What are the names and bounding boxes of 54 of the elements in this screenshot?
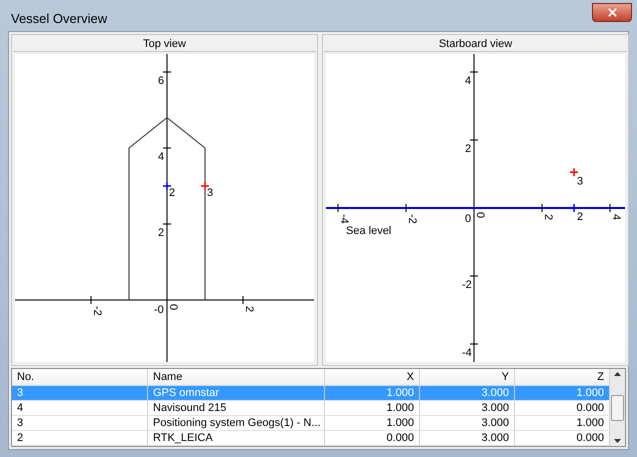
table-cell: 1.000 (325, 401, 420, 415)
origin-label: -0 (154, 304, 164, 316)
scrollbar-thumb[interactable] (611, 394, 624, 420)
axis-tick-label: 6 (158, 75, 164, 87)
table-cell: Navisound 215 (148, 401, 325, 415)
axis-tick-label: 2 (243, 306, 255, 312)
table-cell: 3.000 (420, 386, 515, 400)
point-label: 3 (207, 187, 214, 199)
window-title: Vessel Overview (10, 10, 108, 28)
table-cell: 0.000 (325, 431, 420, 445)
view-title: Starboard view (324, 36, 627, 52)
axis-tick-label: -2 (91, 306, 103, 316)
table-cell: 2 (12, 431, 148, 445)
axis-tick-label: 2 (542, 214, 554, 220)
table-row[interactable]: 4 Navisound 215 1.000 3.000 0.000 (12, 401, 610, 416)
close-button[interactable] (592, 3, 632, 22)
column-header[interactable]: X (325, 369, 420, 385)
point-label: 2 (577, 211, 584, 223)
axis-tick-label: -2 (406, 214, 418, 224)
point-label: 3 (577, 175, 584, 188)
column-header[interactable]: Y (420, 369, 515, 385)
table-cell: 3 (12, 386, 148, 400)
axis-tick-label: 2 (465, 143, 472, 155)
column-header[interactable]: Name (148, 369, 325, 385)
origin-label: 0 (474, 212, 486, 218)
axis-tick-label: 4 (158, 151, 164, 163)
sea-level-label: Sea level (346, 225, 392, 237)
table-cell: 3.000 (420, 401, 515, 415)
axis-tick-label: 2 (158, 227, 164, 239)
axis-tick-label: 4 (465, 75, 472, 87)
origin-label: 0 (167, 304, 179, 310)
table-cell: GPS omnstar (148, 386, 325, 400)
origin-label: 0 (465, 213, 472, 225)
scrollbar[interactable] (610, 369, 625, 446)
table-row[interactable]: 3 Positioning system Geogs(1) - N... 1.000 3.000 1.000 (12, 416, 610, 431)
axis-tick-label: 4 (610, 214, 622, 220)
table-cell: 1.000 (325, 416, 420, 430)
scroll-down-icon[interactable] (614, 439, 621, 443)
table-cell: 4 (12, 401, 148, 415)
scroll-up-icon[interactable] (614, 372, 621, 376)
table-cell: 3.000 (420, 416, 515, 430)
axis-tick-label: -4 (462, 347, 472, 359)
view-title: Top view (13, 36, 316, 52)
close-icon (606, 6, 618, 19)
table-cell: RTK_LEICA (148, 431, 325, 445)
table-cell: 3 (12, 416, 148, 430)
axis-tick-label: -4 (338, 214, 350, 224)
table-cell: 1.000 (325, 386, 420, 400)
column-header[interactable]: No. (12, 369, 148, 385)
table-row[interactable]: 2 RTK_LEICA 0.000 3.000 0.000 (12, 431, 610, 446)
point-label: 2 (169, 187, 176, 199)
table-cell: 3.000 (420, 431, 515, 445)
table-cell: Positioning system Geogs(1) - N... (148, 416, 325, 430)
axis-tick-label: -2 (462, 279, 472, 291)
